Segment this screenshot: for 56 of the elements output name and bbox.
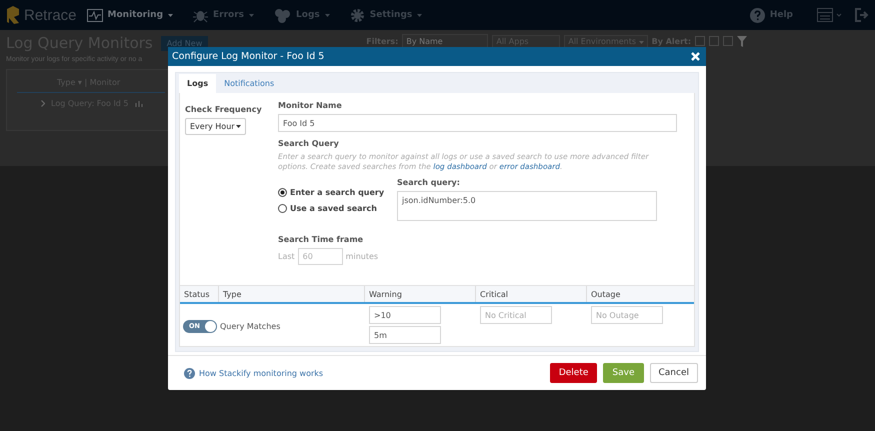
alert-checkbox[interactable] bbox=[723, 36, 734, 46]
column-header: Critical bbox=[476, 286, 587, 302]
field-label: Search query: bbox=[397, 178, 461, 187]
monitor-name-field[interactable]: Foo Id 5 bbox=[278, 114, 677, 132]
field-label: Search Time frame bbox=[278, 235, 364, 244]
brand-name: Retrace bbox=[24, 6, 77, 24]
radio-label[interactable]: Use a saved search bbox=[290, 204, 377, 213]
chevron-right-icon[interactable] bbox=[41, 100, 45, 107]
help-icon bbox=[184, 368, 195, 378]
caret-icon bbox=[236, 125, 241, 128]
alert-checkbox[interactable] bbox=[695, 36, 706, 46]
warning-field[interactable]: 5m bbox=[369, 326, 441, 344]
radio-label[interactable]: Enter a search query bbox=[290, 188, 384, 197]
pulse-monitor-icon bbox=[86, 8, 103, 22]
caret-icon bbox=[417, 14, 422, 16]
caret-icon bbox=[638, 40, 644, 44]
caret-icon bbox=[168, 14, 174, 16]
tab[interactable]: Notifications bbox=[216, 74, 282, 93]
dashboard-icon[interactable] bbox=[817, 8, 843, 22]
logo-icon bbox=[6, 6, 20, 24]
field-label: Check Frequency bbox=[185, 105, 263, 114]
save-button[interactable]: Save bbox=[603, 363, 644, 383]
help-icon bbox=[750, 8, 765, 22]
column-header: Warning bbox=[365, 286, 476, 302]
tab[interactable]: Logs bbox=[179, 74, 216, 93]
caret-icon bbox=[249, 14, 254, 16]
close-icon[interactable] bbox=[691, 52, 700, 61]
warning-field[interactable]: >10 bbox=[369, 306, 441, 324]
cancel-button[interactable]: Cancel bbox=[650, 363, 698, 383]
nav-menu-item[interactable]: Monitoring bbox=[86, 8, 174, 22]
gear-icon bbox=[350, 8, 365, 22]
radio-button[interactable] bbox=[278, 204, 287, 213]
timeframe-prefix: Last bbox=[278, 252, 295, 261]
timeframe-field[interactable]: 60 bbox=[298, 248, 343, 265]
search-field[interactable]: By Name bbox=[402, 34, 488, 48]
field-label: Monitor Name bbox=[278, 101, 343, 110]
clear-filter-icon[interactable] bbox=[737, 36, 748, 46]
search-query-field[interactable]: json.idNumber:5.0 bbox=[397, 191, 657, 221]
alert-checkbox[interactable] bbox=[709, 36, 720, 46]
caret-icon bbox=[324, 14, 330, 16]
type-text: Query Matches bbox=[220, 322, 280, 330]
critical-field[interactable]: No Critical bbox=[480, 306, 552, 324]
radio-button[interactable] bbox=[278, 188, 287, 197]
help-link[interactable]: How Stackify monitoring works bbox=[184, 368, 324, 378]
column-header: Type bbox=[219, 286, 365, 302]
frequency-dropdown[interactable]: Every Hour bbox=[185, 118, 246, 135]
column-header: Status bbox=[180, 286, 219, 302]
cluster-icon bbox=[274, 8, 292, 22]
field-label: Search Query bbox=[278, 139, 340, 148]
chart-icon[interactable] bbox=[134, 100, 145, 106]
delete-button[interactable]: Delete bbox=[550, 363, 598, 383]
dialog-title: Configure Log Monitor - Foo Id 5 bbox=[172, 51, 324, 62]
outage-field[interactable]: No Outage bbox=[591, 306, 663, 324]
timeframe-unit: minutes bbox=[346, 252, 378, 261]
logout-icon[interactable] bbox=[855, 8, 869, 22]
column-header: Outage bbox=[590, 288, 622, 301]
